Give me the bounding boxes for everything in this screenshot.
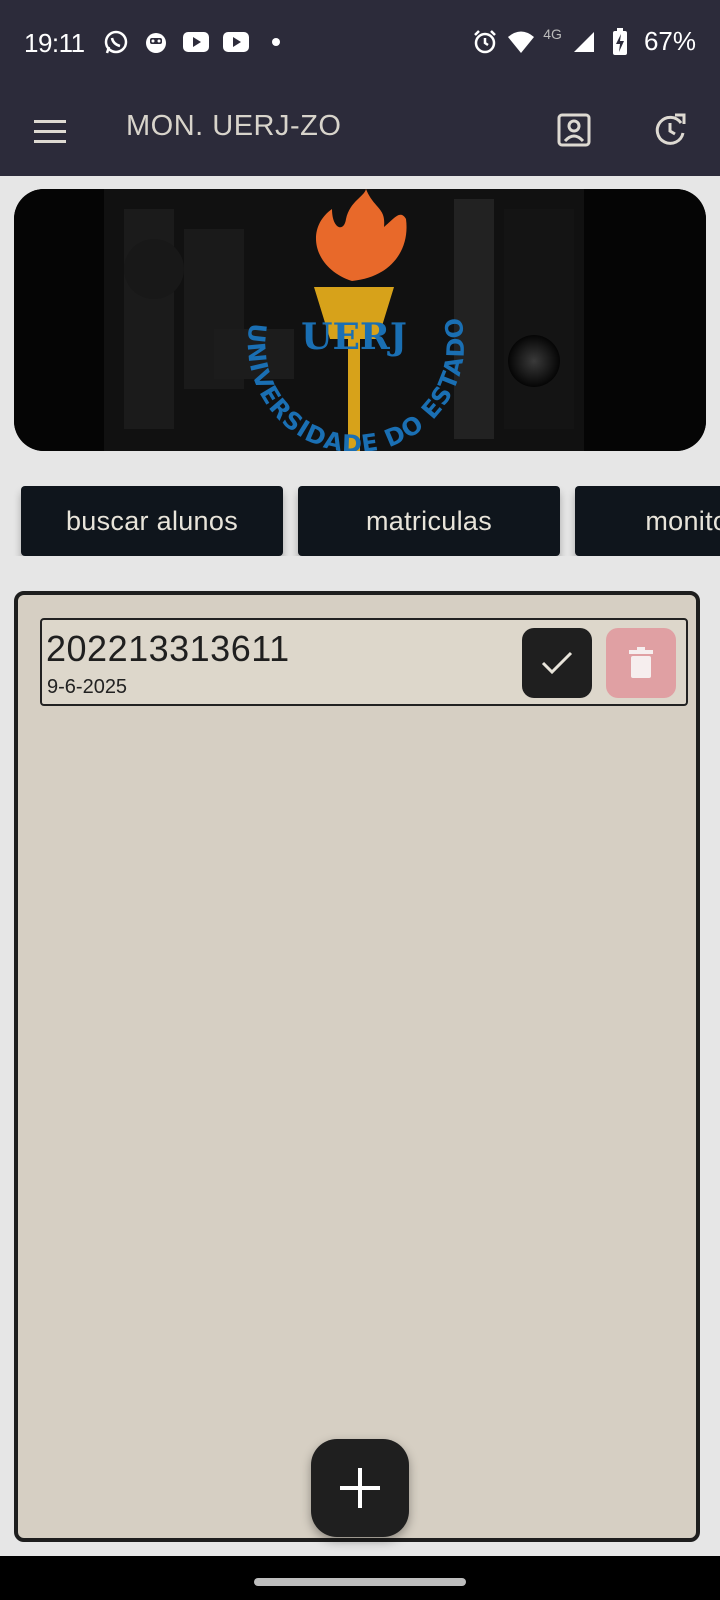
menu-button[interactable] bbox=[28, 112, 72, 152]
youtube-icon bbox=[222, 28, 250, 56]
trash-icon bbox=[629, 647, 653, 678]
refresh-button[interactable] bbox=[648, 108, 692, 152]
app-bar: MON. UERJ-ZO bbox=[0, 88, 720, 176]
status-time: 19:11 bbox=[24, 28, 85, 58]
battery-charging-icon bbox=[606, 27, 634, 56]
list-item[interactable]: 202213313611 9-6-2025 bbox=[40, 618, 688, 706]
dot-icon bbox=[262, 28, 290, 56]
profile-button[interactable] bbox=[552, 108, 596, 152]
menu-icon bbox=[34, 120, 66, 143]
network-type: 4G bbox=[543, 25, 562, 42]
header-banner: UNIVERSIDADE DO ESTADO DO RIO DE JANEIRO… bbox=[14, 189, 706, 451]
refresh-icon bbox=[655, 113, 686, 145]
logo-text: UERJ bbox=[301, 316, 407, 358]
action-chips: buscar alunos matriculas monitores bbox=[0, 486, 720, 556]
cat-app-icon bbox=[142, 28, 170, 56]
confirm-button[interactable] bbox=[522, 628, 592, 698]
monitors-button[interactable]: monitores bbox=[575, 486, 720, 556]
signal-icon bbox=[570, 28, 598, 56]
alarm-icon bbox=[471, 28, 499, 56]
system-icons: 4G 67% bbox=[471, 26, 696, 57]
list-panel: 202213313611 9-6-2025 bbox=[14, 591, 700, 1542]
wifi-icon bbox=[507, 28, 535, 56]
enrollments-button[interactable]: matriculas bbox=[298, 486, 560, 556]
registration-number: 202213313611 bbox=[46, 628, 290, 669]
whatsapp-icon bbox=[102, 28, 130, 56]
banner-image: UNIVERSIDADE DO ESTADO DO RIO DE JANEIRO… bbox=[14, 189, 706, 451]
gesture-handle[interactable] bbox=[254, 1578, 466, 1586]
app-title: MON. UERJ-ZO bbox=[126, 110, 342, 142]
add-button[interactable] bbox=[311, 1439, 409, 1537]
delete-button[interactable] bbox=[606, 628, 676, 698]
battery-percent: 67% bbox=[643, 26, 696, 56]
status-bar: 19:11 4G 67% bbox=[0, 0, 720, 88]
plus-icon bbox=[340, 1468, 380, 1508]
profile-icon bbox=[557, 113, 591, 147]
notification-icons bbox=[102, 28, 290, 56]
youtube-icon bbox=[182, 28, 210, 56]
search-students-button[interactable]: buscar alunos bbox=[21, 486, 283, 556]
item-date: 9-6-2025 bbox=[47, 676, 128, 698]
check-icon bbox=[541, 651, 573, 675]
